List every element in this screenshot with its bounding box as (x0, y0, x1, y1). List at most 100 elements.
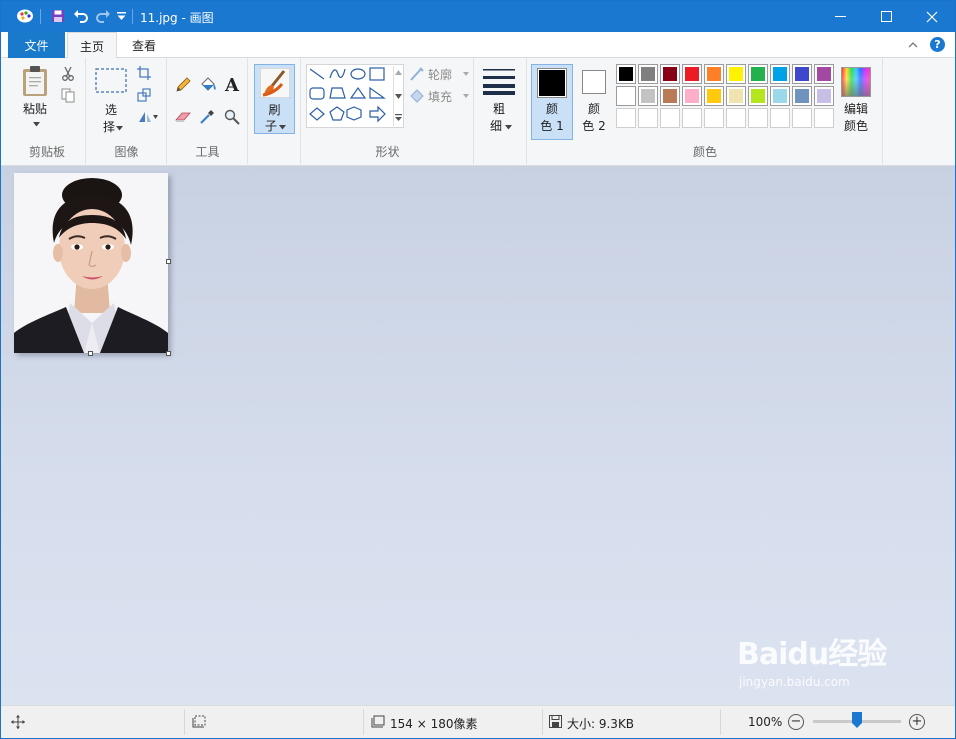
image-size-icon (370, 715, 385, 732)
eraser-icon[interactable] (174, 108, 192, 126)
palette-swatch[interactable] (660, 64, 680, 84)
canvas-area[interactable] (1, 166, 955, 705)
palette-swatch[interactable] (682, 86, 702, 106)
paint-app-icon[interactable] (15, 7, 35, 25)
scroll-down-icon[interactable] (395, 94, 402, 99)
palette-empty-swatch[interactable] (660, 108, 680, 128)
customize-qat-icon[interactable] (115, 7, 127, 25)
palette-swatch[interactable] (814, 64, 834, 84)
file-size: 大小: 9.3KB (567, 717, 635, 731)
palette-swatch[interactable] (638, 86, 658, 106)
tab-file[interactable]: 文件 (8, 32, 65, 58)
palette-empty-swatch[interactable] (792, 108, 812, 128)
minimize-ribbon-icon[interactable] (908, 39, 918, 53)
tab-home[interactable]: 主页 (67, 32, 117, 59)
shapes-group: 轮廓 填充 形状 (302, 58, 474, 164)
paint-window: 11.jpg - 画图 文件 主页 查看 ? 粘贴 剪贴板 选 择 图像 A 工… (0, 0, 956, 739)
resize-icon[interactable] (136, 87, 152, 103)
palette-swatch[interactable] (682, 64, 702, 84)
palette-empty-swatch[interactable] (726, 108, 746, 128)
palette-swatch[interactable] (638, 64, 658, 84)
undo-icon[interactable] (71, 7, 91, 25)
close-icon (926, 11, 938, 22)
magnifier-icon[interactable] (223, 108, 241, 126)
palette-swatch[interactable] (770, 64, 790, 84)
watermark-url: jingyan.baidu.com (739, 675, 850, 689)
resize-handle-corner[interactable] (166, 351, 171, 356)
paste-button[interactable] (20, 64, 50, 98)
close-button[interactable] (909, 1, 955, 32)
save-icon[interactable] (48, 7, 68, 25)
resize-handle-bottom[interactable] (88, 351, 93, 356)
copy-icon[interactable] (60, 87, 76, 103)
zoom-level: 100% (748, 715, 783, 729)
palette-swatch[interactable] (792, 86, 812, 106)
ribbon: 粘贴 剪贴板 选 择 图像 A 工具 刷 子 轮廓 填充 形状 粗 细 颜 色 … (1, 58, 955, 166)
palette-empty-swatch[interactable] (704, 108, 724, 128)
palette-empty-swatch[interactable] (616, 108, 636, 128)
image-dimensions: 154 × 180像素 (390, 717, 478, 731)
minimize-button[interactable] (817, 1, 863, 32)
palette-swatch[interactable] (726, 64, 746, 84)
palette-swatch[interactable] (792, 64, 812, 84)
status-separator (363, 709, 364, 735)
shapes-more-icon[interactable] (395, 114, 402, 121)
edit-colors-label-2: 颜色 (843, 119, 868, 133)
zoom-slider-thumb[interactable] (852, 712, 862, 728)
zoom-out-button[interactable]: − (788, 714, 804, 730)
palette-swatch[interactable] (616, 86, 636, 106)
outline-dropdown[interactable]: 轮廓 (409, 66, 469, 82)
fill-bucket-icon[interactable] (198, 76, 218, 94)
palette-empty-swatch[interactable] (770, 108, 790, 128)
select-dropdown-icon[interactable] (115, 124, 123, 132)
tab-view[interactable]: 查看 (119, 32, 169, 58)
color2-swatch (582, 70, 606, 94)
color-picker-icon[interactable] (198, 108, 216, 126)
palette-swatch[interactable] (770, 86, 790, 106)
shapes-scroll[interactable] (393, 66, 402, 126)
palette-empty-swatch[interactable] (748, 108, 768, 128)
selection-icon (95, 68, 127, 93)
text-tool-icon[interactable]: A (223, 75, 241, 96)
edit-colors-label-1: 编辑 (843, 102, 868, 116)
palette-empty-swatch[interactable] (638, 108, 658, 128)
palette-swatch[interactable] (748, 64, 768, 84)
brushes-dropdown-icon[interactable] (278, 123, 286, 131)
zoom-in-button[interactable]: + (909, 714, 925, 730)
maximize-button[interactable] (863, 1, 909, 32)
palette-empty-swatch[interactable] (814, 108, 834, 128)
palette-swatch[interactable] (616, 64, 636, 84)
qat-separator (132, 9, 133, 24)
shapes-gallery-icons[interactable] (308, 66, 392, 126)
status-separator (720, 709, 721, 735)
palette-swatch[interactable] (660, 86, 680, 106)
resize-handle-right[interactable] (166, 259, 171, 264)
tools-group: A 工具 (168, 58, 248, 164)
palette-swatch[interactable] (748, 86, 768, 106)
fill-dropdown[interactable]: 填充 (409, 88, 469, 104)
portrait-photo (14, 173, 168, 353)
palette-swatch[interactable] (704, 86, 724, 106)
color1-swatch (537, 68, 567, 98)
canvas-image[interactable] (14, 173, 168, 353)
palette-swatch[interactable] (814, 86, 834, 106)
palette-swatch[interactable] (704, 64, 724, 84)
redo-icon[interactable] (93, 7, 113, 25)
colors-group: 颜 色 1 颜 色 2 编辑 颜色 颜色 (528, 58, 883, 164)
color1-fill (539, 70, 565, 96)
pencil-icon[interactable] (174, 76, 192, 94)
minimize-icon (834, 16, 846, 17)
crop-icon[interactable] (136, 65, 152, 81)
size-group: 粗 细 (475, 58, 527, 164)
size-button[interactable] (482, 66, 516, 96)
rotate-icon[interactable] (136, 109, 160, 125)
help-icon[interactable]: ? (930, 37, 945, 52)
color1-label-2: 色 1 (540, 119, 564, 133)
scroll-up-icon[interactable] (395, 70, 402, 75)
palette-swatch[interactable] (726, 86, 746, 106)
paste-dropdown-icon[interactable] (30, 118, 42, 130)
cut-icon[interactable] (60, 65, 76, 81)
palette-empty-swatch[interactable] (682, 108, 702, 128)
select-button[interactable] (95, 68, 127, 94)
size-dropdown-icon[interactable] (504, 123, 512, 131)
